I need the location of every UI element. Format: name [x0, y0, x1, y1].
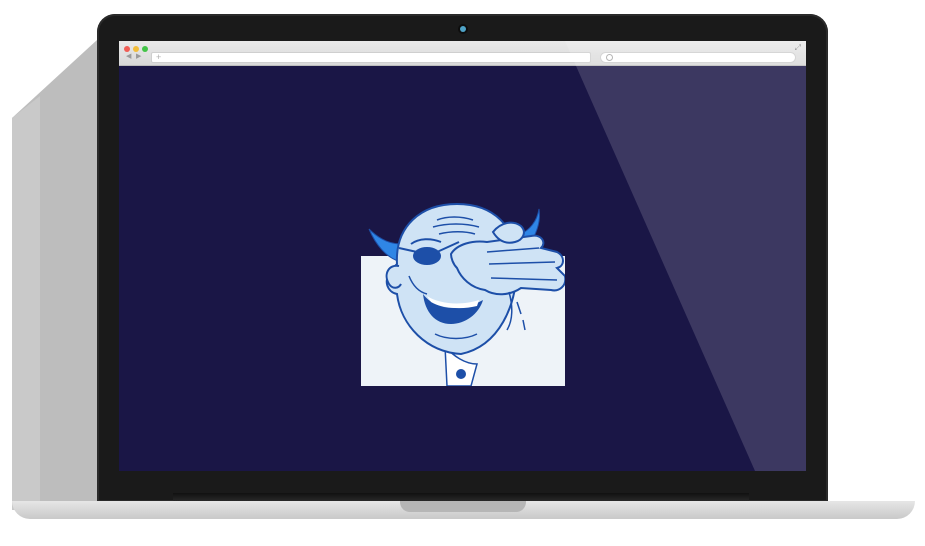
zoom-dot[interactable]	[142, 46, 148, 52]
expand-icon[interactable]: ⤢	[795, 43, 801, 53]
page-content	[119, 66, 806, 471]
trackpad-notch	[400, 501, 526, 512]
search-icon	[606, 54, 613, 61]
forward-arrow-icon[interactable]: ▶	[136, 53, 141, 61]
eyepatch	[413, 247, 441, 265]
new-tab-icon[interactable]: +	[156, 52, 161, 62]
button	[456, 369, 466, 379]
cartoon-artwork	[361, 202, 565, 386]
ear	[385, 264, 402, 289]
address-bar[interactable]: +	[151, 52, 591, 63]
close-dot[interactable]	[124, 46, 130, 52]
laptop-screen: ◀ ▶ + ⤢	[119, 41, 806, 471]
camera-icon	[460, 26, 466, 32]
minimize-dot[interactable]	[133, 46, 139, 52]
browser-toolbar: ◀ ▶ + ⤢	[119, 41, 806, 66]
back-arrow-icon[interactable]: ◀	[126, 53, 131, 61]
search-bar[interactable]	[600, 52, 796, 63]
